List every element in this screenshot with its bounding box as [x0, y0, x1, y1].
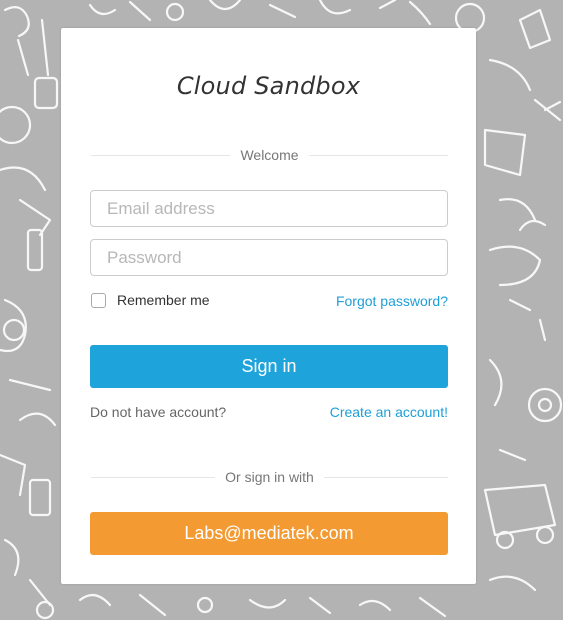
sign-in-button[interactable]: Sign in [90, 345, 448, 388]
forgot-password-link[interactable]: Forgot password? [336, 293, 448, 309]
alt-signin-label: Or sign in with [215, 469, 324, 485]
welcome-label: Welcome [230, 147, 309, 163]
welcome-divider: Welcome [91, 146, 448, 164]
alt-signin-divider: Or sign in with [91, 468, 448, 486]
email-input[interactable] [90, 190, 448, 227]
password-input[interactable] [90, 239, 448, 276]
remember-me-checkbox[interactable] [91, 292, 106, 308]
login-card: Cloud Sandbox Welcome Remember me Forgot… [61, 28, 476, 584]
remember-me-label: Remember me [117, 292, 210, 308]
labs-signin-button[interactable]: Labs@mediatek.com [90, 512, 448, 555]
no-account-text: Do not have account? [90, 404, 227, 420]
create-account-link[interactable]: Create an account! [330, 404, 448, 420]
remember-me-row[interactable]: Remember me [91, 292, 210, 308]
app-title: Cloud Sandbox [176, 72, 361, 100]
